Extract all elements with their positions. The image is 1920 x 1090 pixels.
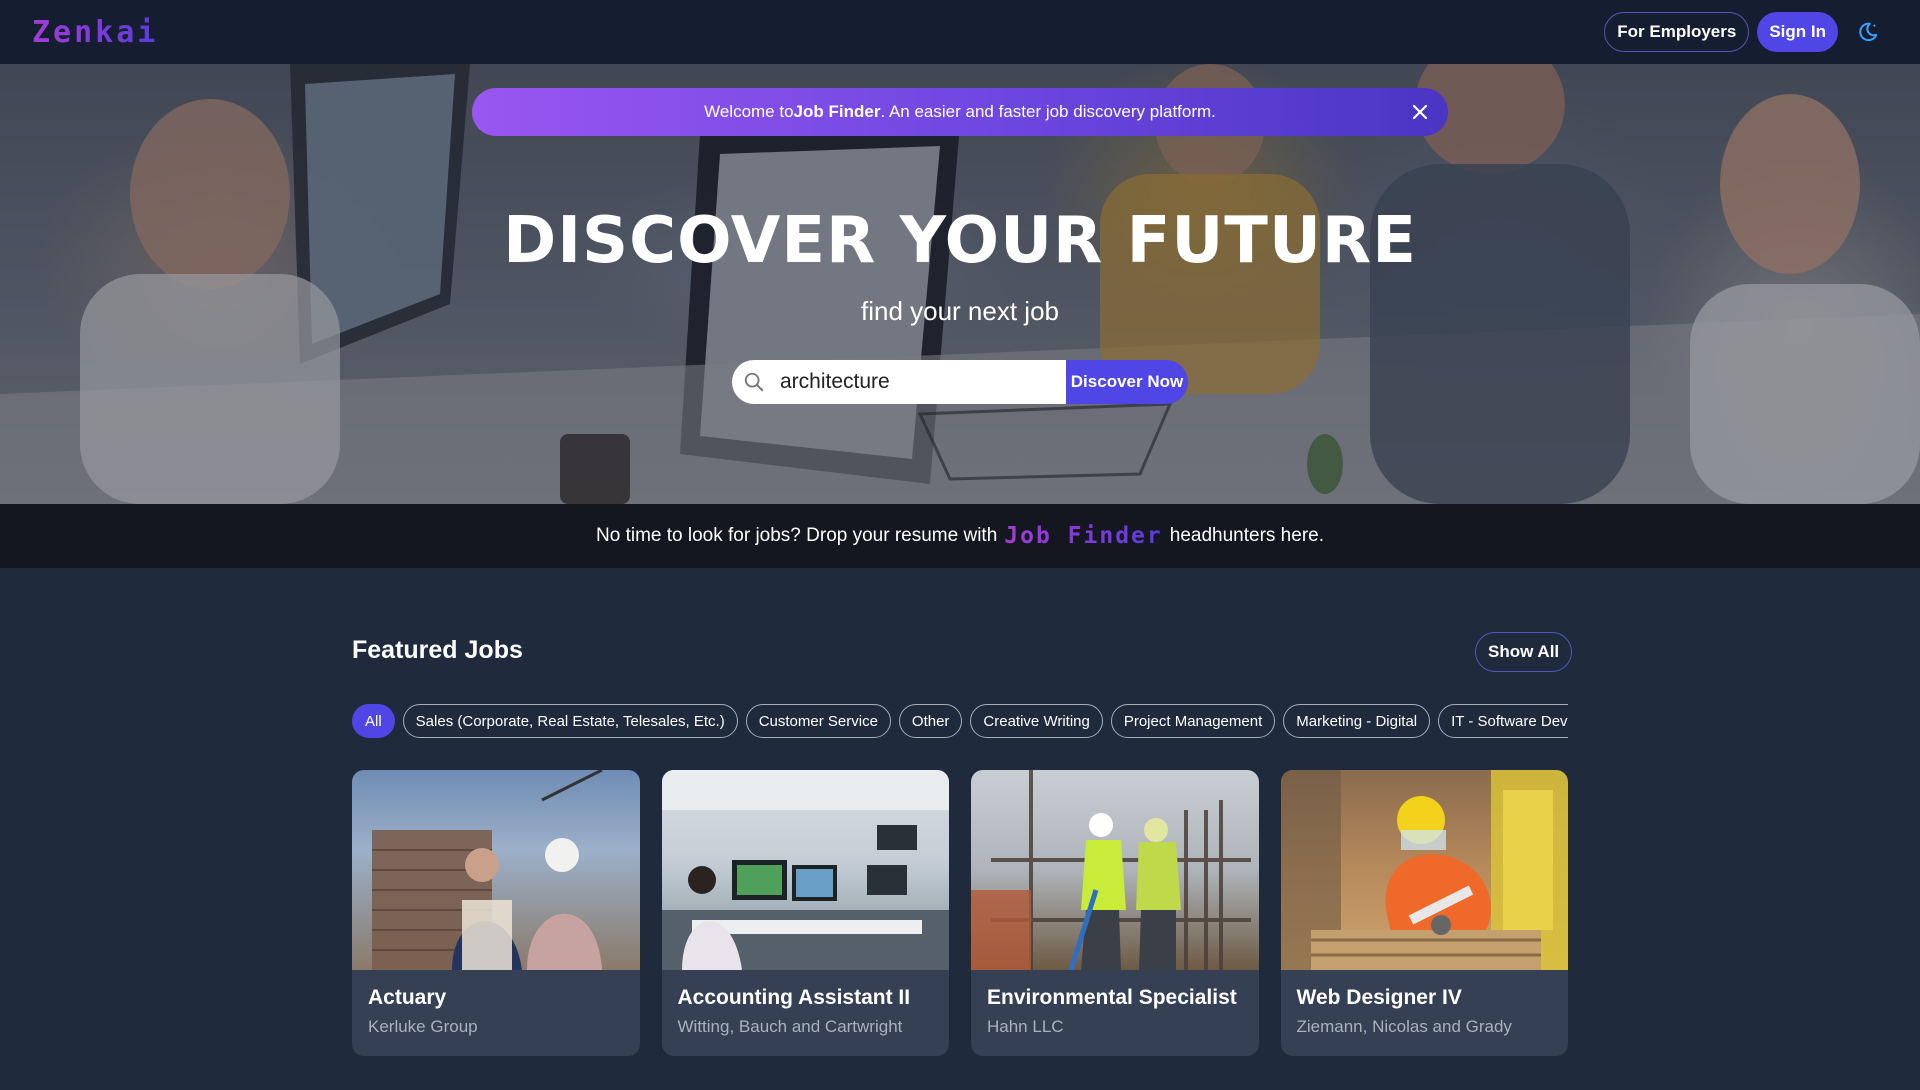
job-title: Accounting Assistant II — [677, 986, 911, 1009]
search-box — [732, 360, 1066, 404]
theme-toggle-button[interactable] — [1848, 12, 1888, 52]
banner-prefix: Welcome to — [704, 102, 794, 121]
top-navbar: Zenkai For Employers Sign In — [0, 0, 1920, 64]
discover-now-button[interactable]: Discover Now — [1066, 360, 1188, 404]
hero-section: Welcome to Job Finder . An easier and fa… — [0, 64, 1920, 504]
resume-suffix: headhunters here. — [1169, 525, 1324, 546]
job-card-image — [352, 770, 640, 970]
chip-sales[interactable]: Sales (Corporate, Real Estate, Telesales… — [402, 704, 738, 738]
moon-icon — [1859, 22, 1878, 42]
job-company: Ziemann, Nicolas and Grady — [1296, 1017, 1512, 1036]
hero-subtitle: find your next job — [860, 296, 1059, 326]
close-icon — [1412, 104, 1428, 120]
chip-marketing-digital[interactable]: Marketing - Digital — [1283, 704, 1431, 738]
show-all-button[interactable]: Show All — [1475, 632, 1573, 672]
zenkai-logo[interactable]: Zenkai — [32, 15, 158, 50]
chip-customer-service[interactable]: Customer Service — [745, 704, 891, 738]
banner-brand: Job Finder — [793, 102, 881, 121]
search-input[interactable] — [780, 370, 1040, 394]
resume-cta-strip: No time to look for jobs? Drop your resu… — [0, 504, 1920, 568]
featured-jobs-title: Featured Jobs — [352, 636, 523, 664]
job-card[interactable]: Web Designer IV Ziemann, Nicolas and Gra… — [1280, 770, 1568, 1056]
featured-job-cards: Actuary Kerluke Group Accounting Assista… — [352, 770, 1568, 1056]
resume-brand-link[interactable]: Job Finder — [1004, 523, 1162, 549]
job-card[interactable]: Actuary Kerluke Group — [352, 770, 640, 1056]
job-card-image — [1280, 770, 1568, 970]
chip-it-software-development[interactable]: IT - Software Development — [1438, 704, 1568, 738]
job-card-image — [971, 770, 1259, 970]
job-title: Web Designer IV — [1296, 986, 1462, 1009]
chip-all[interactable]: All — [352, 704, 395, 738]
for-employers-button[interactable]: For Employers — [1604, 12, 1750, 52]
banner-close-button[interactable] — [1408, 100, 1432, 124]
search-icon — [742, 370, 766, 394]
job-card-image — [661, 770, 949, 970]
job-title: Actuary — [368, 986, 447, 1009]
nav-actions: For Employers Sign In — [1604, 12, 1888, 52]
banner-suffix: . An easier and faster job discovery pla… — [880, 102, 1216, 121]
hero-title: DISCOVER YOUR FUTURE — [503, 204, 1417, 278]
job-card[interactable]: Accounting Assistant II Witting, Bauch a… — [661, 770, 949, 1056]
job-search-form: Discover Now — [732, 360, 1188, 404]
chip-other[interactable]: Other — [898, 704, 963, 738]
job-company: Hahn LLC — [987, 1017, 1064, 1036]
category-filter-chips: All Sales (Corporate, Real Estate, Teles… — [352, 704, 1568, 738]
chip-project-management[interactable]: Project Management — [1110, 704, 1276, 738]
chip-creative-writing[interactable]: Creative Writing — [970, 704, 1103, 738]
resume-prefix: No time to look for jobs? Drop your resu… — [596, 525, 998, 546]
job-company: Kerluke Group — [368, 1017, 478, 1036]
job-company: Witting, Bauch and Cartwright — [677, 1017, 903, 1036]
job-card[interactable]: Environmental Specialist Hahn LLC — [971, 770, 1259, 1056]
welcome-banner: Welcome to Job Finder . An easier and fa… — [472, 88, 1448, 136]
job-title: Environmental Specialist — [987, 986, 1237, 1009]
sign-in-button[interactable]: Sign In — [1757, 12, 1838, 52]
